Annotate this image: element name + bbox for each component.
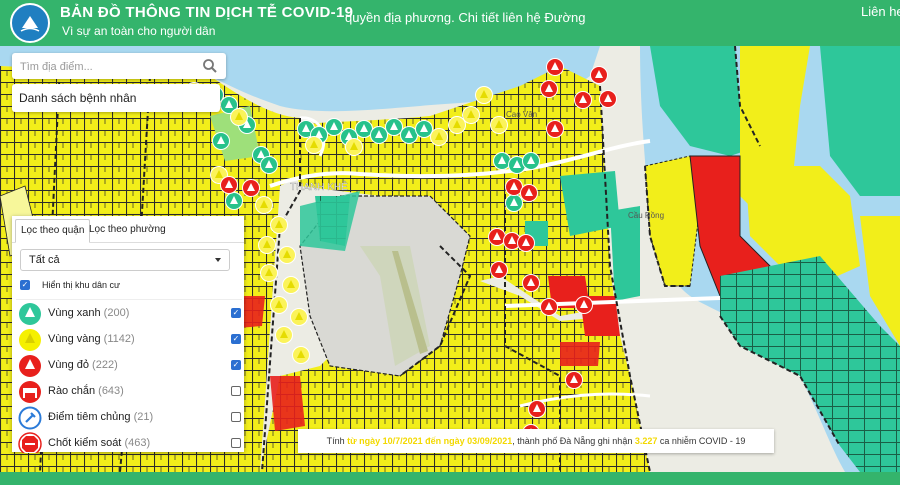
legend-checkbox[interactable]: ✓ [231,334,241,344]
legend-label: Vùng xanh [48,307,101,319]
legend-checkbox[interactable] [231,438,241,448]
footer-bar [0,472,900,485]
notice-prefix: Tính [326,436,348,446]
green-zone-icon [19,303,41,325]
yellow-zone-icon [19,329,41,351]
notice-date-range: từ ngày 10/7/2021 đến ngày 03/09/2021 [347,436,513,446]
legend-label: Chốt kiểm soát [48,437,122,449]
legend-checkbox[interactable] [231,412,241,422]
notice-case-count: 3.227 [634,436,658,446]
filter-tabs: Lọc theo quận Lọc theo phường [12,216,244,243]
da-nang-logo [10,3,50,43]
contact-link[interactable]: Liên he [861,4,900,19]
legend-count: (1142) [103,333,135,345]
legend-item-vaccination[interactable]: Điểm tiêm chủng (21) [16,405,242,431]
app-subtitle: Vì sự an toàn cho người dân [62,24,216,38]
vaccination-icon [18,406,42,430]
legend-item-checkpoint[interactable]: Chốt kiểm soát (463) [16,431,242,453]
covid-case-notice: Tính từ ngày 10/7/2021 đến ngày 03/09/20… [298,429,774,453]
legend-label: Vùng vàng [48,333,101,345]
legend-count: (222) [92,359,118,371]
barrier-icon [19,381,41,403]
legend-checkbox[interactable]: ✓ [231,360,241,370]
tab-filter-by-district[interactable]: Lọc theo quận [15,219,91,243]
chevron-down-icon [215,258,221,262]
legend-item-green-zone[interactable]: Vùng xanh (200) ✓ [16,301,242,327]
district-select[interactable]: Tất cả [20,249,230,271]
legend-checkbox[interactable] [231,386,241,396]
notice-middle: , thành phố Đà Nẵng ghi nhận [512,436,635,446]
search-box [12,53,226,79]
tab-filter-by-ward[interactable]: Lọc theo phường [84,219,171,241]
checkpoint-icon [18,432,42,453]
patient-list-button[interactable]: Danh sách bệnh nhân [12,84,220,112]
app-title: BẢN ĐỒ THÔNG TIN DỊCH TỄ COVID-19 [60,4,354,21]
legend-checkbox[interactable]: ✓ [231,308,241,318]
legend-label: Rào chắn [48,385,96,397]
map-label-thanh-khe: THANH KHÊ [290,180,348,193]
app-header: BẢN ĐỒ THÔNG TIN DỊCH TỄ COVID-19 Vì sự … [0,0,900,46]
legend-count: (21) [133,411,154,423]
map-label-cao-van: Cao Vân [506,110,537,119]
residential-label: Hiển thị khu dân cư [42,280,121,290]
legend-label: Vùng đỏ [48,359,89,371]
legend-count: (463) [124,437,151,449]
residential-checkbox[interactable]: ✓ [20,280,30,290]
legend-item-yellow-zone[interactable]: Vùng vàng (1142) ✓ [16,327,242,353]
announcement-marquee: quyền địa phương. Chi tiết liên hệ Đường [345,10,586,25]
filter-panel: Lọc theo quận Lọc theo phường Tất cả ✓ H… [12,216,244,453]
legend-count: (643) [98,385,124,397]
notice-suffix: ca nhiễm COVID - 19 [657,436,746,446]
legend-count: (200) [103,307,130,319]
legend-item-barrier[interactable]: Rào chắn (643) [16,379,242,405]
red-zone-icon [19,355,41,377]
search-input[interactable] [18,57,202,77]
zone-legend: Vùng xanh (200) ✓ Vùng vàng (1142) ✓ Vùn… [16,299,242,453]
legend-label: Điểm tiêm chủng [48,411,131,423]
search-icon[interactable] [202,58,218,79]
map-label-cau-rong: Cầu Rồng [628,211,664,220]
legend-item-red-zone[interactable]: Vùng đỏ (222) ✓ [16,353,242,379]
district-select-value: Tất cả [29,254,60,266]
